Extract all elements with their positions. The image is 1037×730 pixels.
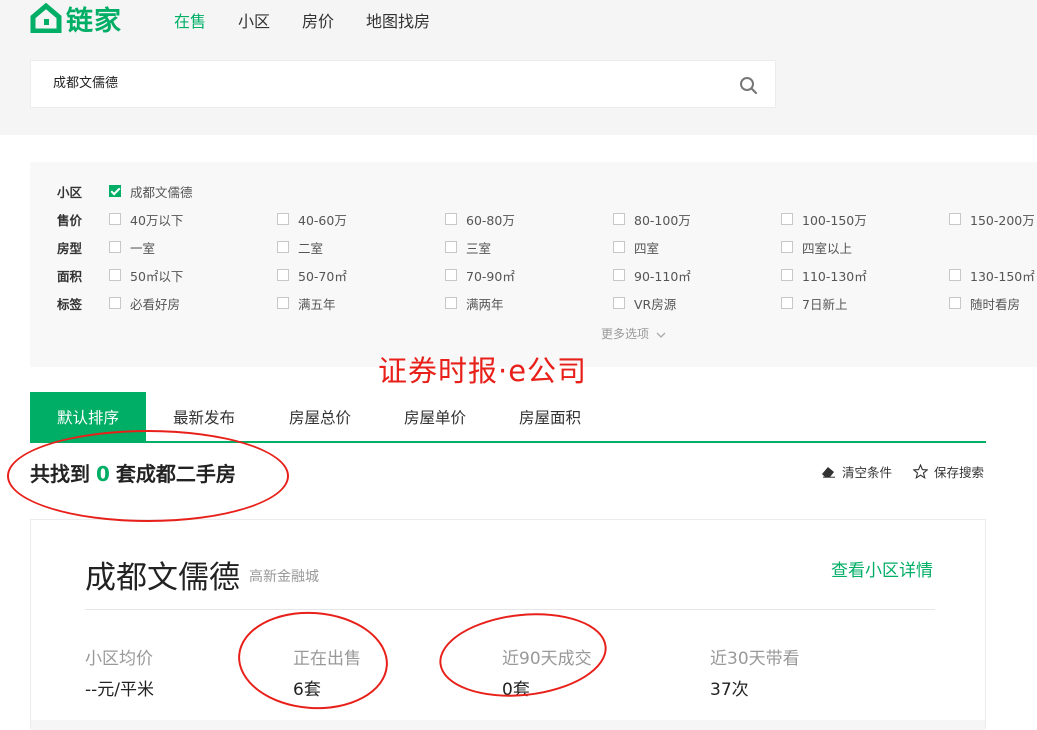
checkbox-icon[interactable]: [781, 269, 793, 281]
house-logo-icon: [30, 3, 62, 33]
tab-area[interactable]: 房屋面积: [505, 392, 595, 441]
filter-row-area: 面积 50㎡以下 50-70㎡ 70-90㎡ 90-110㎡ 110-130㎡ …: [30, 265, 1037, 285]
checkbox-icon[interactable]: [445, 297, 457, 309]
filter-option[interactable]: 130-150㎡: [949, 266, 1035, 285]
checkbox-icon[interactable]: [613, 213, 625, 225]
checkbox-icon[interactable]: [109, 297, 121, 309]
filter-panel: 小区 成都文儒德 售价 40万以下 40-60万 60-80万 80-100万 …: [30, 162, 1037, 367]
filter-option[interactable]: 90-110㎡: [613, 266, 691, 285]
filter-row-community: 小区 成都文儒德: [30, 181, 1037, 201]
filter-label: 小区: [57, 184, 83, 200]
stat-value: 37次: [710, 680, 749, 700]
filter-label: 面积: [57, 268, 83, 284]
main-nav: 在售 小区 房价 地图找房: [174, 8, 430, 32]
filter-option[interactable]: 150-200万: [949, 210, 1035, 229]
eraser-icon: [822, 467, 835, 478]
checkbox-icon[interactable]: [445, 213, 457, 225]
filter-option[interactable]: 满五年: [277, 294, 336, 313]
checkbox-icon[interactable]: [445, 269, 457, 281]
checkbox-icon[interactable]: [445, 241, 457, 253]
stat-label: 正在出售: [293, 649, 361, 669]
nav-item-price[interactable]: 房价: [302, 8, 334, 32]
chevron-down-icon: [656, 332, 666, 338]
tab-unit-price[interactable]: 房屋单价: [390, 392, 480, 441]
checkbox-icon[interactable]: [277, 213, 289, 225]
search-input[interactable]: 成都文儒德: [53, 61, 118, 107]
community-card: 成都文儒德 高新金融城 查看小区详情 小区均价 --元/平米 正在出售 6套 近…: [30, 519, 986, 730]
filter-label: 房型: [57, 240, 83, 256]
header-band: 链家 在售 小区 房价 地图找房 成都文儒德: [0, 0, 1037, 135]
checkbox-icon[interactable]: [949, 213, 961, 225]
tab-default-sort[interactable]: 默认排序: [30, 392, 146, 441]
checkbox-icon[interactable]: [781, 213, 793, 225]
lianjia-logo[interactable]: 链家: [30, 0, 122, 37]
filter-option[interactable]: 100-150万: [781, 210, 867, 229]
filter-row-layout: 房型 一室 二室 三室 四室 四室以上: [30, 237, 1037, 257]
checkbox-icon[interactable]: [781, 241, 793, 253]
filter-option[interactable]: 三室: [445, 238, 491, 257]
checkbox-icon[interactable]: [781, 297, 793, 309]
checkbox-checked-icon[interactable]: [109, 185, 121, 197]
filter-label: 标签: [57, 296, 83, 312]
checkbox-icon[interactable]: [613, 241, 625, 253]
stat-value[interactable]: 6套: [293, 675, 321, 700]
checkbox-icon[interactable]: [109, 269, 121, 281]
save-search-button[interactable]: 保存搜索: [913, 462, 984, 481]
filter-option[interactable]: 7日新上: [781, 294, 847, 313]
checkbox-icon[interactable]: [613, 297, 625, 309]
filter-option[interactable]: 成都文儒德: [109, 182, 193, 201]
sort-tabs: 默认排序 最新发布 房屋总价 房屋单价 房屋面积: [30, 392, 986, 443]
filter-option[interactable]: 四室以上: [781, 238, 852, 257]
divider: [85, 609, 935, 610]
stat-value: --元/平米: [85, 680, 154, 700]
filter-option[interactable]: 满两年: [445, 294, 504, 313]
search-box[interactable]: 成都文儒德: [30, 60, 776, 108]
stat-label: 小区均价: [85, 649, 153, 669]
checkbox-icon[interactable]: [949, 297, 961, 309]
filter-option[interactable]: 80-100万: [613, 210, 691, 229]
community-name: 成都文儒德: [85, 560, 240, 596]
nav-item-community[interactable]: 小区: [238, 8, 270, 32]
filter-option[interactable]: 一室: [109, 238, 155, 257]
checkbox-icon[interactable]: [613, 269, 625, 281]
checkbox-icon[interactable]: [109, 241, 121, 253]
community-district[interactable]: 高新金融城: [249, 566, 319, 586]
checkbox-icon[interactable]: [109, 213, 121, 225]
brand-name: 链家: [66, 5, 122, 37]
filter-option[interactable]: VR房源: [613, 294, 676, 313]
filter-option[interactable]: 50㎡以下: [109, 266, 183, 285]
stat-value: 0套: [502, 680, 530, 700]
filter-option[interactable]: 40万以下: [109, 210, 183, 229]
filter-option[interactable]: 110-130㎡: [781, 266, 867, 285]
filter-option[interactable]: 50-70㎡: [277, 266, 347, 285]
checkbox-icon[interactable]: [277, 269, 289, 281]
filter-option[interactable]: 二室: [277, 238, 323, 257]
star-icon: [913, 464, 928, 479]
community-detail-link[interactable]: 查看小区详情: [831, 556, 933, 581]
nav-item-on-sale[interactable]: 在售: [174, 8, 206, 32]
filter-option[interactable]: 四室: [613, 238, 659, 257]
filter-option[interactable]: 必看好房: [109, 294, 180, 313]
filter-option[interactable]: 随时看房: [949, 294, 1020, 313]
filter-label: 售价: [57, 212, 83, 228]
filter-row-tags: 标签 必看好房 满五年 满两年 VR房源 7日新上 随时看房: [30, 293, 1037, 313]
checkbox-icon[interactable]: [277, 297, 289, 309]
tab-newest[interactable]: 最新发布: [159, 392, 249, 441]
filter-option[interactable]: 70-90㎡: [445, 266, 515, 285]
checkbox-icon[interactable]: [277, 241, 289, 253]
search-icon[interactable]: [739, 76, 759, 96]
filter-option[interactable]: 60-80万: [445, 210, 515, 229]
tab-total-price[interactable]: 房屋总价: [275, 392, 365, 441]
clear-filters-button[interactable]: 清空条件: [820, 462, 892, 481]
watermark-text: 证券时报·e公司: [378, 354, 588, 388]
filter-row-price: 售价 40万以下 40-60万 60-80万 80-100万 100-150万 …: [30, 209, 1037, 229]
result-number: 0: [96, 462, 110, 486]
checkbox-icon[interactable]: [949, 269, 961, 281]
stat-label: 近30天带看: [710, 649, 800, 669]
result-count: 共找到 0 套成都二手房: [30, 462, 236, 486]
stat-label: 近90天成交: [502, 649, 592, 669]
filter-option[interactable]: 40-60万: [277, 210, 347, 229]
nav-item-map-search[interactable]: 地图找房: [366, 8, 430, 32]
more-options-toggle[interactable]: 更多选项: [601, 325, 666, 342]
